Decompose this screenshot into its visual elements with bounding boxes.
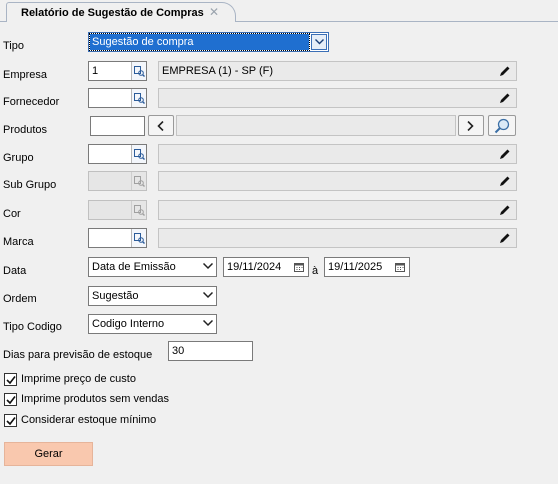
lookup-icon	[134, 149, 145, 160]
close-icon[interactable]: ✕	[209, 5, 219, 19]
tipo-codigo-value: Codigo Interno	[92, 318, 165, 330]
produtos-next-button[interactable]	[458, 115, 484, 136]
checkbox-box[interactable]	[4, 414, 17, 427]
produtos-code-input[interactable]	[90, 116, 145, 136]
label-ordem: Ordem	[3, 293, 37, 305]
lookup-icon	[134, 66, 145, 77]
label-tipo-codigo: Tipo Codigo	[3, 321, 62, 333]
pencil-icon[interactable]	[499, 65, 511, 77]
checkbox-label: Imprime produtos sem vendas	[21, 393, 169, 405]
label-marca: Marca	[3, 236, 34, 248]
label-dias: Dias para previsão de estoque	[3, 349, 153, 361]
produtos-search-button[interactable]	[488, 115, 516, 136]
pencil-icon[interactable]	[499, 204, 511, 216]
pencil-icon[interactable]	[499, 148, 511, 160]
calendar-icon[interactable]	[395, 262, 405, 272]
label-cor: Cor	[3, 208, 21, 220]
data-fim-value: 19/11/2025	[328, 261, 383, 273]
pencil-icon[interactable]	[499, 175, 511, 187]
ordem-select[interactable]: Sugestão	[88, 286, 217, 306]
marca-lookup-button[interactable]	[131, 229, 146, 247]
pencil-icon[interactable]	[499, 232, 511, 244]
tab-title: Relatório de Sugestão de Compras	[21, 7, 204, 19]
lookup-icon	[134, 176, 145, 187]
ordem-value: Sugestão	[92, 290, 139, 302]
subgrupo-description	[158, 171, 517, 191]
empresa-description: EMPRESA (1) - SP (F)	[158, 61, 517, 81]
data-tipo-select[interactable]: Data de Emissão	[88, 257, 217, 277]
empresa-description-text: EMPRESA (1) - SP (F)	[162, 65, 274, 77]
checkbox-label: Considerar estoque mínimo	[21, 414, 157, 426]
label-subgrupo: Sub Grupo	[3, 179, 57, 191]
produtos-prev-button[interactable]	[148, 115, 174, 136]
subgrupo-lookup-button	[131, 172, 146, 190]
label-empresa: Empresa	[3, 69, 48, 81]
tab-relatorio[interactable]: Relatório de Sugestão de Compras ✕	[6, 2, 236, 22]
produtos-list-bar	[176, 115, 456, 136]
gerar-button[interactable]: Gerar	[4, 442, 93, 466]
chevron-down-icon	[315, 39, 324, 45]
label-fornecedor: Fornecedor	[3, 96, 60, 108]
checkmark-icon	[6, 396, 16, 405]
label-tipo: Tipo	[3, 40, 24, 52]
cor-description	[158, 200, 517, 220]
tipo-codigo-select[interactable]: Codigo Interno	[88, 314, 217, 334]
data-tipo-value: Data de Emissão	[92, 261, 176, 273]
checkbox-box[interactable]	[4, 393, 17, 406]
grupo-code-input[interactable]	[88, 144, 147, 164]
checkmark-icon	[6, 417, 16, 426]
marca-description	[158, 228, 517, 248]
lookup-icon	[134, 205, 145, 216]
cor-code-input	[88, 200, 147, 220]
fornecedor-lookup-button[interactable]	[131, 89, 146, 107]
cor-lookup-button	[131, 201, 146, 219]
checkbox-label: Imprime preço de custo	[21, 373, 136, 385]
tipo-select[interactable]: Sugestão de compra	[88, 32, 329, 52]
calendar-icon[interactable]	[294, 262, 304, 272]
dias-input[interactable]: 30	[168, 341, 253, 361]
data-fim-picker[interactable]: 19/11/2025	[324, 257, 410, 277]
checkmark-icon	[6, 376, 16, 385]
chevron-down-icon	[203, 263, 213, 270]
grupo-lookup-button[interactable]	[131, 145, 146, 163]
pencil-icon[interactable]	[499, 92, 511, 104]
subgrupo-code-input	[88, 171, 147, 191]
marca-code-input[interactable]	[88, 228, 147, 248]
chevron-down-icon	[203, 292, 213, 299]
checkbox-box[interactable]	[4, 373, 17, 386]
fornecedor-description	[158, 88, 517, 108]
label-data: Data	[3, 265, 27, 277]
chevron-left-icon	[157, 121, 164, 131]
tipo-selected-value: Sugestão de compra	[89, 33, 310, 51]
tipo-dropdown-button[interactable]	[311, 34, 327, 50]
grupo-description	[158, 144, 517, 164]
lookup-icon	[134, 233, 145, 244]
label-produtos: Produtos	[3, 124, 48, 136]
dias-value: 30	[172, 345, 185, 357]
label-grupo: Grupo	[3, 152, 34, 164]
data-inicio-picker[interactable]: 19/11/2024	[223, 257, 309, 277]
data-inicio-value: 19/11/2024	[227, 261, 282, 273]
chevron-down-icon	[203, 320, 213, 327]
empresa-lookup-button[interactable]	[131, 62, 146, 80]
empresa-code-value: 1	[92, 65, 99, 77]
data-separator: à	[312, 265, 319, 277]
search-icon	[494, 118, 510, 134]
lookup-icon	[134, 93, 145, 104]
chevron-right-icon	[467, 121, 474, 131]
fornecedor-code-input[interactable]	[88, 88, 147, 108]
empresa-code-input[interactable]: 1	[88, 61, 147, 81]
tab-bar: Relatório de Sugestão de Compras ✕	[0, 0, 558, 22]
